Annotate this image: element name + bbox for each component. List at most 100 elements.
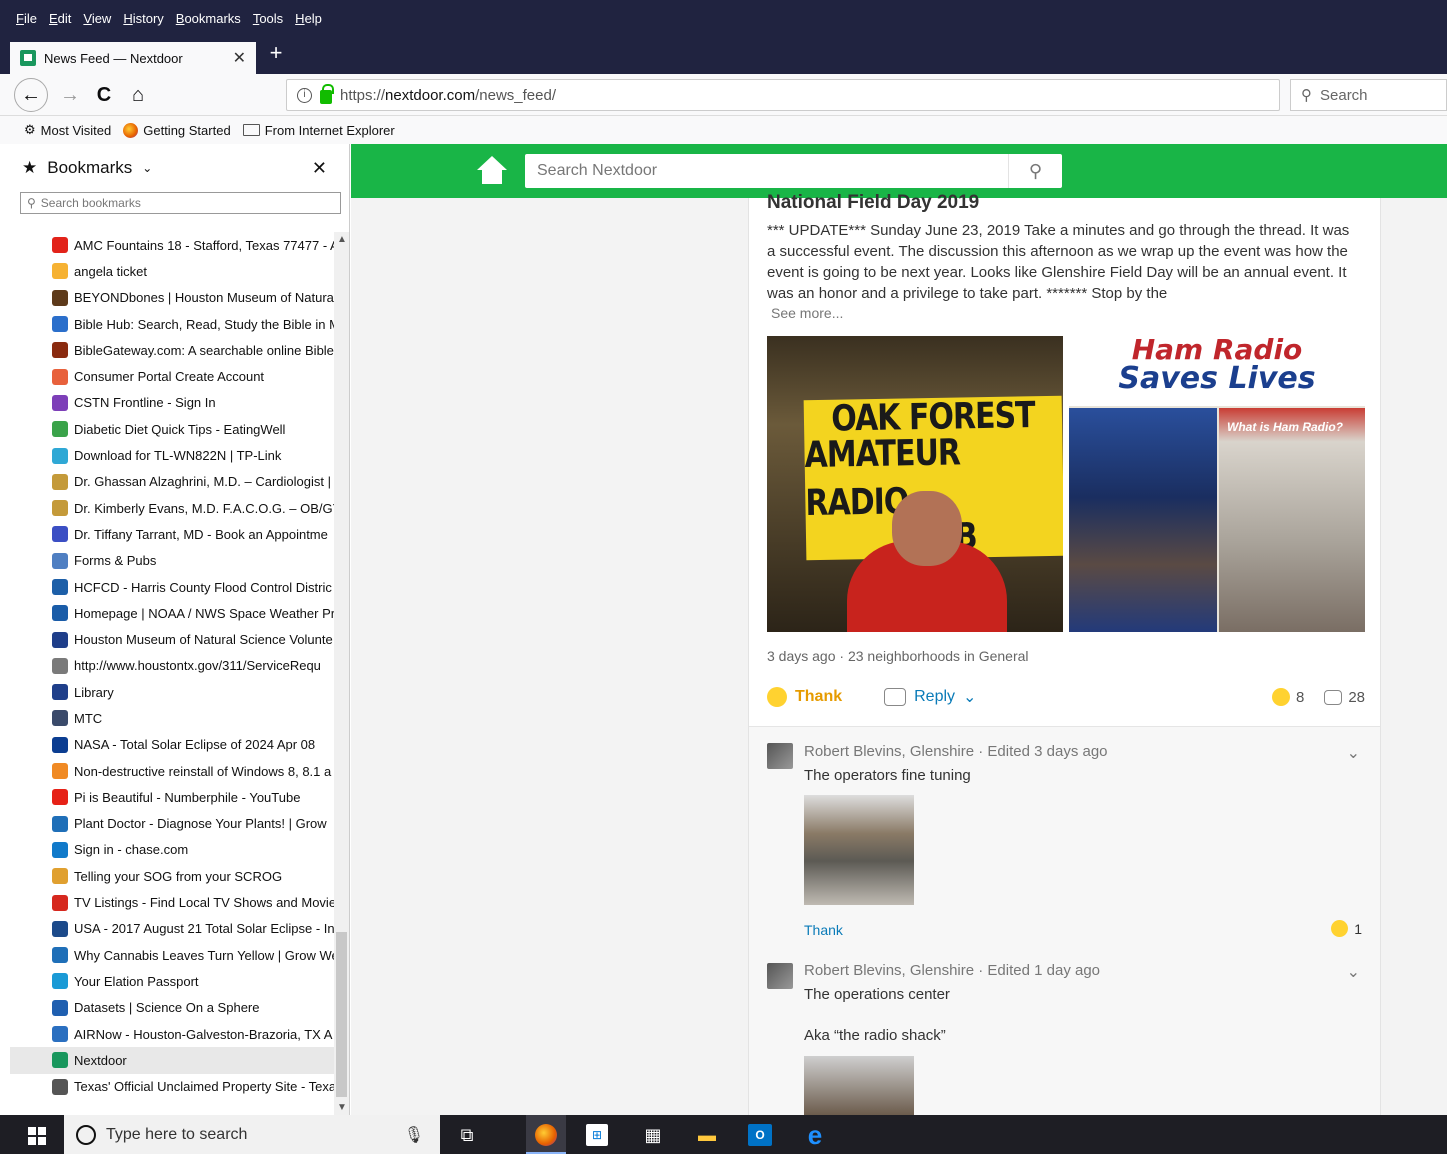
- bookmark-most-visited[interactable]: ⚙ Most Visited: [24, 122, 111, 138]
- menu-help[interactable]: Help: [295, 11, 322, 26]
- bookmark-item[interactable]: Dr. Ghassan Alzaghrini, M.D. – Cardiolog…: [10, 469, 340, 495]
- calculator-icon[interactable]: ▦: [640, 1123, 666, 1147]
- bookmark-item[interactable]: USA - 2017 August 21 Total Solar Eclipse…: [10, 916, 340, 942]
- bookmark-getting-started[interactable]: Getting Started: [123, 122, 231, 138]
- firefox-taskbar-icon[interactable]: [533, 1123, 559, 1147]
- post-photo-magazine[interactable]: Ham Radio Saves Lives What is Ham Radio?: [1069, 336, 1365, 632]
- comment-thank-button[interactable]: Thank: [804, 922, 843, 938]
- scroll-up-icon[interactable]: ▲: [337, 234, 347, 245]
- scrollbar-thumb[interactable]: [336, 932, 347, 1097]
- comment-photo[interactable]: [804, 795, 914, 905]
- bookmark-item[interactable]: Consumer Portal Create Account: [10, 363, 340, 389]
- bookmark-item[interactable]: Your Elation Passport: [10, 968, 340, 994]
- bookmark-item[interactable]: Datasets | Science On a Sphere: [10, 995, 340, 1021]
- search-icon[interactable]: ⚲: [1008, 154, 1062, 188]
- chevron-down-icon[interactable]: ⌄: [1347, 743, 1360, 763]
- thank-button[interactable]: Thank: [767, 687, 842, 707]
- chevron-down-icon[interactable]: ⌄: [142, 161, 152, 175]
- bookmark-item[interactable]: BibleGateway.com: A searchable online Bi…: [10, 337, 340, 363]
- chevron-down-icon[interactable]: ⌄: [1347, 962, 1360, 982]
- home-button[interactable]: ⌂: [122, 80, 154, 110]
- bookmark-item[interactable]: Dr. Tiffany Tarrant, MD - Book an Appoin…: [10, 521, 340, 547]
- menu-bookmarks[interactable]: Bookmarks: [176, 11, 241, 26]
- forward-button[interactable]: →: [54, 80, 86, 110]
- favicon-icon: [52, 289, 68, 306]
- menu-view[interactable]: View: [83, 11, 111, 26]
- bookmark-item[interactable]: Nextdoor: [10, 1047, 340, 1074]
- post-title[interactable]: National Field Day 2019: [767, 192, 979, 214]
- bookmark-item[interactable]: Non-destructive reinstall of Windows 8, …: [10, 758, 340, 784]
- info-icon[interactable]: i: [297, 87, 312, 103]
- menu-history[interactable]: History: [123, 11, 163, 26]
- url-bar[interactable]: i https://nextdoor.com/news_feed/ ••• ♡ …: [286, 79, 1280, 588]
- bookmark-item[interactable]: Dr. Kimberly Evans, M.D. F.A.C.O.G. – OB…: [10, 495, 340, 521]
- post-photo-radio-club[interactable]: OAK FOREST AMATEUR RADIO CLUB: [767, 336, 1063, 632]
- menu-file[interactable]: File: [16, 11, 37, 26]
- new-tab-button[interactable]: +: [264, 40, 288, 66]
- bookmark-item[interactable]: BEYONDbones | Houston Museum of Natural: [10, 285, 340, 311]
- bookmark-item[interactable]: AIRNow - Houston-Galveston-Brazoria, TX …: [10, 1021, 340, 1047]
- url-text[interactable]: https://nextdoor.com/news_feed/: [340, 87, 1269, 104]
- store-icon[interactable]: ⊞: [586, 1124, 608, 1146]
- browser-search-input[interactable]: ⚲ Search: [1290, 79, 1447, 111]
- bookmark-item[interactable]: Plant Doctor - Diagnose Your Plants! | G…: [10, 811, 340, 837]
- nextdoor-search-input[interactable]: Search Nextdoor ⚲: [525, 154, 1062, 188]
- bookmark-item[interactable]: Houston Museum of Natural Science Volunt…: [10, 626, 340, 652]
- tab-close-icon[interactable]: ✕: [233, 48, 246, 68]
- see-more-link[interactable]: See more...: [771, 305, 843, 321]
- bookmark-item[interactable]: TV Listings - Find Local TV Shows and Mo…: [10, 889, 340, 915]
- bookmarks-search-input[interactable]: ⚲ Search bookmarks: [20, 192, 341, 214]
- bookmark-label: Homepage | NOAA / NWS Space Weather Pr: [74, 605, 336, 621]
- reply-button[interactable]: Reply ⌄: [884, 687, 976, 707]
- bookmark-item[interactable]: Diabetic Diet Quick Tips - EatingWell: [10, 416, 340, 442]
- bookmark-item[interactable]: NASA - Total Solar Eclipse of 2024 Apr 0…: [10, 732, 340, 758]
- comment-thank-count[interactable]: 1: [1331, 920, 1362, 937]
- bookmark-item[interactable]: Forms & Pubs: [10, 548, 340, 574]
- bookmark-item[interactable]: Why Cannabis Leaves Turn Yellow | Grow W…: [10, 942, 340, 968]
- task-view-icon[interactable]: ⧉: [454, 1123, 480, 1147]
- windows-start-icon[interactable]: [28, 1127, 46, 1145]
- sidebar-title[interactable]: Bookmarks: [47, 158, 132, 178]
- bookmark-label: Houston Museum of Natural Science Volunt…: [74, 632, 333, 648]
- comment-photo[interactable]: [804, 1056, 914, 1115]
- favicon-icon: [52, 1026, 68, 1043]
- edge-icon[interactable]: e: [802, 1120, 828, 1150]
- bookmark-item[interactable]: http://www.houstontx.gov/311/ServiceRequ: [10, 653, 340, 679]
- bookmark-item[interactable]: Telling your SOG from your SCROG: [10, 863, 340, 889]
- bookmark-label: Dr. Kimberly Evans, M.D. F.A.C.O.G. – OB…: [74, 500, 340, 516]
- neighborhoods-link[interactable]: 23 neighborhoods in General: [848, 648, 1029, 664]
- bookmark-item[interactable]: Bible Hub: Search, Read, Study the Bible…: [10, 311, 340, 337]
- bookmark-item[interactable]: Library: [10, 679, 340, 705]
- bookmark-folder-ie[interactable]: From Internet Explorer: [242, 123, 395, 138]
- bookmark-item[interactable]: Sign in - chase.com: [10, 837, 340, 863]
- bookmark-item[interactable]: angela ticket: [10, 258, 340, 284]
- file-explorer-icon[interactable]: ▬: [694, 1123, 720, 1147]
- bookmark-item[interactable]: Pi is Beautiful - Numberphile - YouTube: [10, 784, 340, 810]
- nextdoor-logo-icon[interactable]: [475, 156, 509, 186]
- outlook-icon[interactable]: O: [748, 1124, 772, 1146]
- bookmark-item[interactable]: Homepage | NOAA / NWS Space Weather Pr: [10, 600, 340, 626]
- bookmark-item[interactable]: Texas' Official Unclaimed Property Site …: [10, 1074, 340, 1100]
- menu-edit[interactable]: Edit: [49, 11, 71, 26]
- scroll-down-icon[interactable]: ▼: [337, 1102, 347, 1113]
- avatar[interactable]: [767, 963, 793, 989]
- avatar[interactable]: [767, 743, 793, 769]
- menu-tools[interactable]: Tools: [253, 11, 283, 26]
- microphone-icon[interactable]: 🎙: [404, 1125, 424, 1145]
- chevron-down-icon: ⌄: [963, 689, 977, 706]
- bookmark-item[interactable]: CSTN Frontline - Sign In: [10, 390, 340, 416]
- comment-text: The operations center: [804, 986, 950, 1003]
- bookmark-item[interactable]: HCFCD - Harris County Flood Control Dist…: [10, 574, 340, 600]
- taskbar-search-input[interactable]: Type here to search 🎙: [64, 1115, 440, 1154]
- bookmark-item[interactable]: MTC: [10, 705, 340, 731]
- post-counts[interactable]: 8 28: [1271, 688, 1365, 706]
- sidebar-close-icon[interactable]: ✕: [312, 158, 327, 179]
- comment-author[interactable]: Robert Blevins, Glenshire: [804, 962, 974, 979]
- bookmark-item[interactable]: AMC Fountains 18 - Stafford, Texas 77477…: [10, 232, 340, 258]
- sidebar-scrollbar[interactable]: ▲ ▼: [334, 232, 349, 1115]
- comment-author[interactable]: Robert Blevins, Glenshire: [804, 743, 974, 760]
- back-button[interactable]: ←: [14, 78, 48, 112]
- tab-nextdoor[interactable]: News Feed — Nextdoor ✕: [10, 42, 256, 74]
- bookmark-item[interactable]: Download for TL-WN822N | TP-Link: [10, 442, 340, 468]
- reload-button[interactable]: C: [88, 80, 120, 110]
